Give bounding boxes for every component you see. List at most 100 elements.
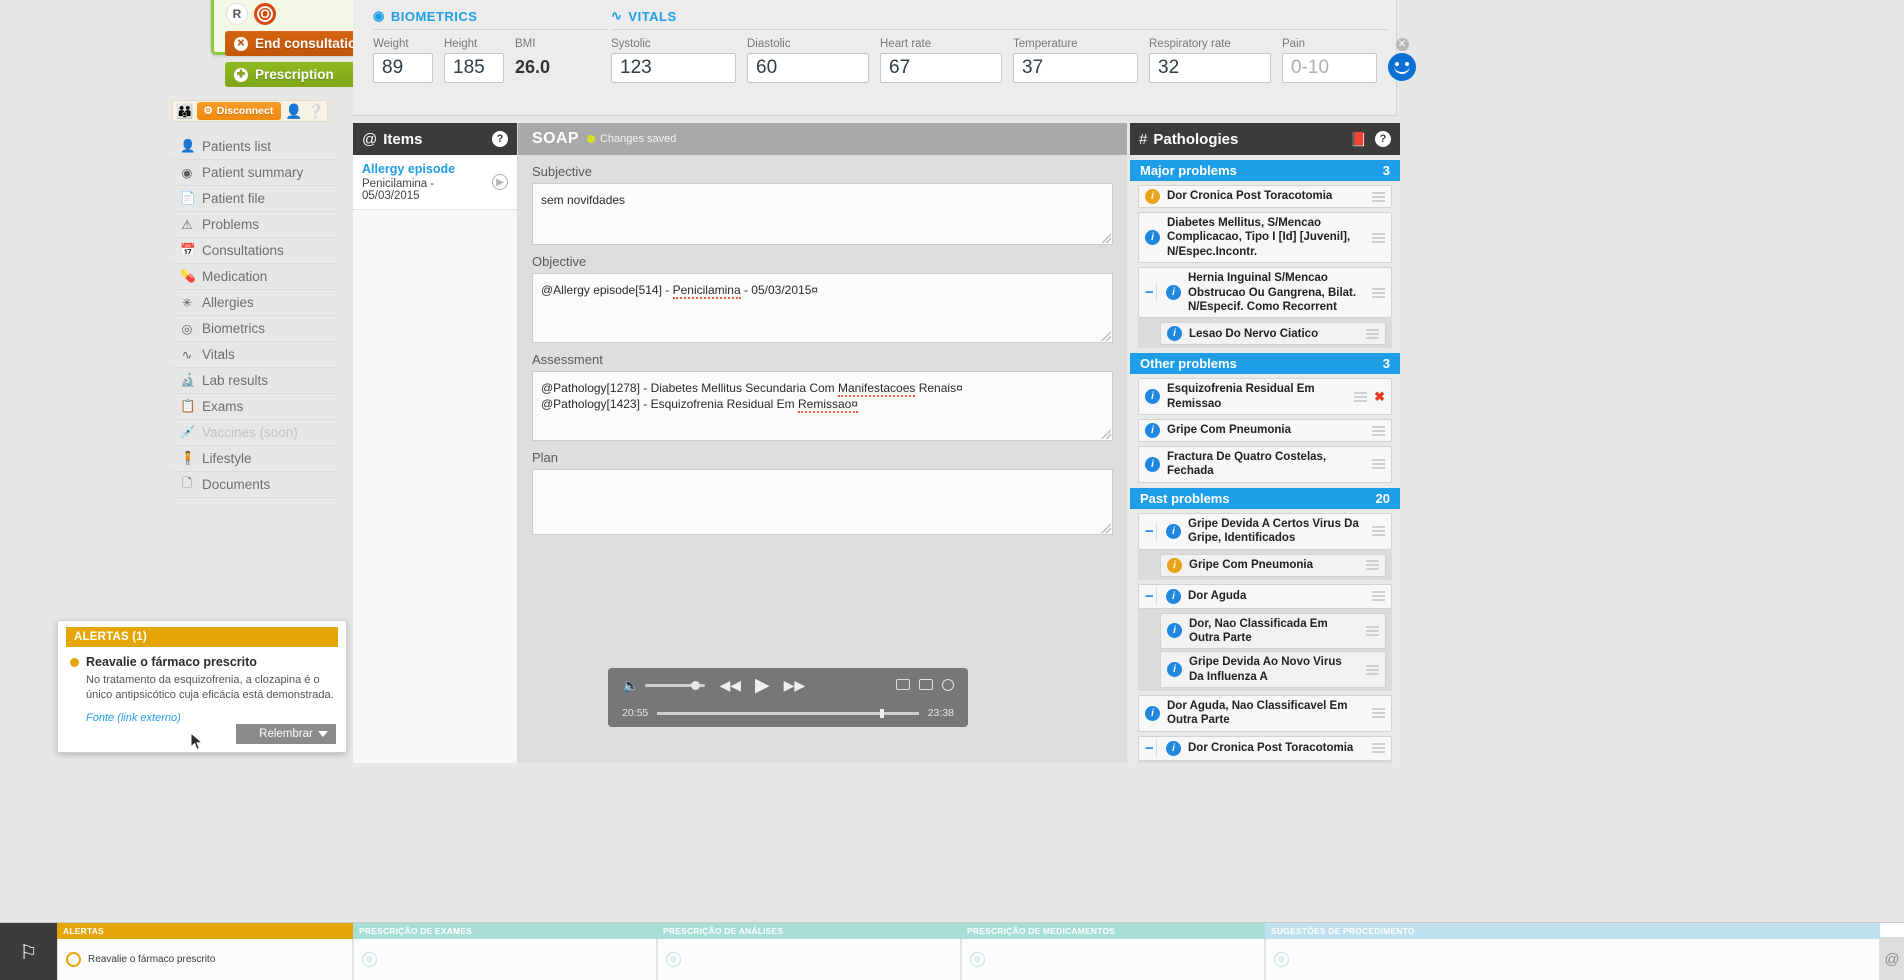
help-icon[interactable]: ? xyxy=(492,131,508,147)
camera-icon[interactable] xyxy=(896,679,910,690)
menu-icon[interactable] xyxy=(1366,625,1379,636)
info-icon[interactable]: i xyxy=(1145,389,1160,405)
sidebar-item-patient-summary[interactable]: ◉ Patient summary xyxy=(172,160,337,186)
book-icon[interactable]: 📕 xyxy=(1350,131,1367,148)
sidebar-item-documents[interactable]: 🗋 Documents xyxy=(172,472,337,498)
info-icon[interactable]: i xyxy=(1145,456,1160,472)
soap-subjective-textarea[interactable]: sem novifdades xyxy=(532,183,1113,245)
pathology-item[interactable]: − i Dor Aguda xyxy=(1138,583,1392,609)
collapse-icon[interactable]: − xyxy=(1145,522,1157,540)
flag-tab-button[interactable]: ⚐ xyxy=(0,923,57,980)
info-icon[interactable]: i xyxy=(1166,285,1181,301)
list-item[interactable]: Allergy episode Penicilamina - 05/03/2015… xyxy=(353,155,517,210)
info-icon[interactable]: i xyxy=(1166,740,1181,756)
info-icon[interactable]: i xyxy=(1145,189,1160,204)
pathology-item[interactable]: i Diabetes Mellitus, S/Mencao Complicacao… xyxy=(1138,212,1392,264)
pathology-item[interactable]: − i Dor Cronica Post Toracotomia xyxy=(1138,735,1392,761)
bottom-bar-item[interactable]: ⊕ xyxy=(666,952,688,967)
remind-button[interactable]: Relembrar xyxy=(236,724,336,744)
menu-icon[interactable] xyxy=(1372,425,1385,436)
volume-control[interactable]: 🔈 xyxy=(622,677,706,694)
disconnect-button[interactable]: ⚙ Disconnect xyxy=(197,102,282,120)
alert-source-link[interactable]: Fonte (link externo) xyxy=(86,712,334,724)
bottom-bar-item[interactable]: ⊕ xyxy=(362,952,384,967)
info-icon[interactable]: i xyxy=(1145,230,1160,246)
diastolic-input[interactable]: 60 xyxy=(747,53,869,83)
doctors-icon[interactable]: 👪 xyxy=(176,103,193,120)
menu-icon[interactable] xyxy=(1372,287,1385,298)
weight-input[interactable]: 89 xyxy=(373,53,433,83)
menu-icon[interactable] xyxy=(1372,459,1385,470)
menu-icon[interactable] xyxy=(1372,708,1385,719)
volume-slider[interactable] xyxy=(645,680,706,690)
pathology-item[interactable]: i Gripe Devida Ao Novo Virus Da Influenza… xyxy=(1160,651,1386,688)
menu-icon[interactable] xyxy=(1366,560,1379,570)
sidebar-item-patient-file[interactable]: 📄 Patient file xyxy=(172,186,337,212)
info-icon[interactable]: i xyxy=(1166,588,1181,604)
soap-objective-textarea[interactable]: @Allergy episode[514] - Penicilamina - 0… xyxy=(532,273,1113,343)
resize-grip[interactable] xyxy=(1101,331,1111,341)
sidebar-item-lifestyle[interactable]: 🧍 Lifestyle xyxy=(172,446,337,472)
menu-icon[interactable] xyxy=(1372,232,1385,243)
seek-slider[interactable] xyxy=(657,708,919,718)
rewind-icon[interactable]: ◀◀ xyxy=(719,677,741,694)
add-ring-icon[interactable]: ⊕ xyxy=(1274,952,1289,967)
menu-icon[interactable] xyxy=(1366,328,1379,339)
info-icon[interactable]: i xyxy=(1167,557,1182,573)
bottom-bar-item[interactable]: ⊕ xyxy=(1274,952,1296,967)
menu-icon[interactable] xyxy=(1372,526,1385,537)
collapse-icon[interactable]: − xyxy=(1145,587,1157,605)
sidebar-item-lab-results[interactable]: 🔬 Lab results xyxy=(172,368,337,394)
collapse-icon[interactable]: − xyxy=(1145,739,1157,757)
play-icon[interactable]: ▶ xyxy=(755,674,770,697)
pathology-item[interactable]: i Fractura De Quatro Costelas, Fechada xyxy=(1138,446,1392,483)
screen-icon[interactable] xyxy=(919,679,933,690)
clear-icon[interactable]: ✕ xyxy=(1395,38,1409,51)
menu-icon[interactable] xyxy=(1354,391,1368,402)
bottom-bar-item[interactable]: Reavalie o fármaco prescrito xyxy=(66,952,215,967)
seek-knob[interactable] xyxy=(879,708,884,718)
remove-icon[interactable]: ✖ xyxy=(1374,389,1385,405)
chevron-down-icon[interactable] xyxy=(318,731,328,737)
emoji-icon[interactable] xyxy=(942,679,954,691)
bottom-bar-item[interactable]: ⊕ xyxy=(970,952,992,967)
sidebar-item-vitals[interactable]: ∿ Vitals xyxy=(172,342,337,368)
pathology-item[interactable]: i Lesao Do Nervo Ciatico xyxy=(1160,322,1386,346)
sidebar-item-patients-list[interactable]: 👤 Patients list xyxy=(172,134,337,160)
add-ring-icon[interactable]: ⊕ xyxy=(970,952,985,967)
info-icon[interactable]: i xyxy=(1167,623,1182,639)
person-icon[interactable]: 👤 xyxy=(285,103,302,120)
height-input[interactable]: 185 xyxy=(444,53,504,83)
systolic-input[interactable]: 123 xyxy=(611,53,736,83)
pathology-item[interactable]: − i Hernia Inguinal S/Mencao Obstrucao Ou … xyxy=(1138,267,1392,319)
info-icon[interactable]: i xyxy=(1145,705,1160,721)
info-icon[interactable]: i xyxy=(1167,662,1182,678)
sidebar-item-allergies[interactable]: ✳ Allergies xyxy=(172,290,337,316)
volume-knob[interactable] xyxy=(691,680,701,690)
pathology-group-header[interactable]: Past problems 20 xyxy=(1130,487,1400,509)
pain-input[interactable]: 0-10 xyxy=(1282,53,1377,83)
pathology-item[interactable]: i Dor Aguda, Nao Classificavel Em Outra P… xyxy=(1138,695,1392,732)
collapse-icon[interactable]: − xyxy=(1145,284,1157,302)
info-icon[interactable]: i xyxy=(1167,326,1182,342)
pathology-group-header[interactable]: Other problems 3 xyxy=(1130,353,1400,375)
sidebar-item-problems[interactable]: ⚠ Problems xyxy=(172,212,337,238)
pathology-item[interactable]: i Dor Cronica Post Toracotomia xyxy=(1138,185,1392,208)
pathology-group-header[interactable]: Major problems 3 xyxy=(1130,160,1400,181)
temperature-input[interactable]: 37 xyxy=(1013,53,1138,83)
at-tab-button[interactable]: @ xyxy=(1880,937,1904,980)
help-icon[interactable]: ❔ xyxy=(307,103,324,120)
pathology-item[interactable]: i Gripe Com Pneumonia xyxy=(1160,553,1386,577)
sidebar-item-consultations[interactable]: 📅 Consultations xyxy=(172,238,337,264)
arrow-right-icon[interactable]: ▶ xyxy=(492,174,508,190)
pathology-item[interactable]: i Dor, Nao Classificada Em Outra Parte xyxy=(1160,612,1386,650)
add-ring-icon[interactable]: ⊕ xyxy=(362,952,377,967)
pathology-item[interactable]: − i Gripe Devida A Certos Virus Da Gripe, … xyxy=(1138,512,1392,550)
info-icon[interactable]: i xyxy=(1145,423,1160,438)
resize-grip[interactable] xyxy=(1101,233,1111,243)
sidebar-item-biometrics[interactable]: ◎ Biometrics xyxy=(172,316,337,342)
menu-icon[interactable] xyxy=(1372,743,1385,754)
soap-plan-textarea[interactable] xyxy=(532,469,1113,535)
alert-ring-icon[interactable] xyxy=(66,952,81,967)
add-ring-icon[interactable]: ⊕ xyxy=(666,952,681,967)
